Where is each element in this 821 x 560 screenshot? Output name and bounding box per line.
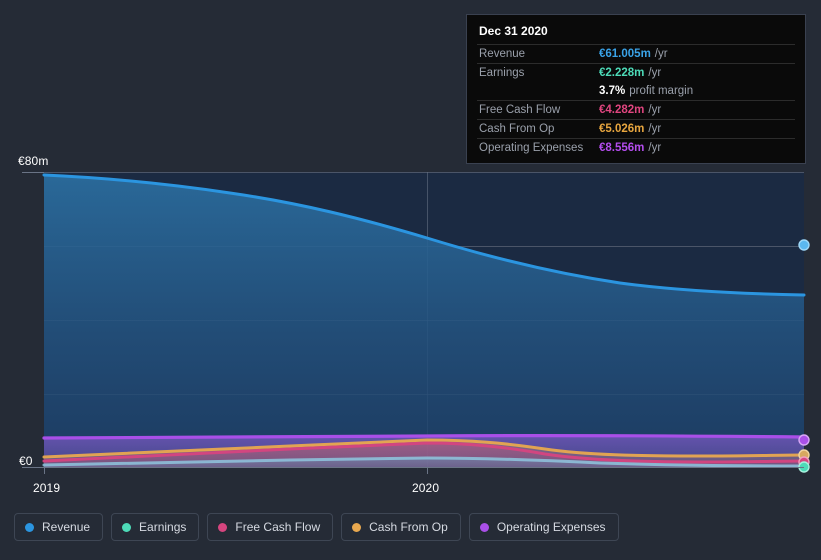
tooltip-row-cash-from-op: Cash From Op €5.026m /yr: [477, 119, 795, 138]
y-axis-label-zero: €0: [19, 454, 33, 468]
tooltip-value-earnings: €2.228m: [599, 67, 645, 79]
tooltip-label-earnings: Earnings: [479, 67, 525, 79]
tooltip-date-title: Dec 31 2020: [479, 24, 548, 38]
y-axis-label-top: €80m: [18, 154, 49, 168]
tooltip-row-earnings: Earnings €2.228m /yr: [477, 63, 795, 82]
tooltip-text-profit-margin: profit margin: [629, 85, 694, 97]
tooltip-row-operating-expenses: Operating Expenses €8.556m /yr: [477, 138, 795, 157]
tooltip-label-revenue: Revenue: [479, 48, 526, 60]
x-axis-label-2019: 2019: [33, 481, 61, 495]
tooltip-row-revenue: Revenue €61.005m /yr: [477, 44, 795, 63]
tooltip-label-free-cash-flow: Free Cash Flow: [479, 104, 561, 116]
chart-tooltip: Dec 31 2020 Revenue €61.005m /yr Earning…: [466, 14, 806, 164]
legend-label-earnings: Earnings: [139, 520, 187, 534]
tooltip-label-cash-from-op: Cash From Op: [479, 123, 555, 135]
legend-item-earnings[interactable]: Earnings: [111, 513, 200, 541]
legend-dot-operating-expenses-icon: [479, 522, 489, 532]
legend-label-revenue: Revenue: [42, 520, 91, 534]
tooltip-value-free-cash-flow: €4.282m: [599, 104, 645, 116]
y-axis-ticks: [22, 172, 44, 468]
tooltip-row-free-cash-flow: Free Cash Flow €4.282m /yr: [477, 100, 795, 119]
legend-dot-free-cash-flow-icon: [218, 522, 228, 532]
tooltip-unit-earnings: /yr: [648, 67, 662, 79]
tooltip-unit-free-cash-flow: /yr: [648, 104, 662, 116]
tooltip-value-revenue: €61.005m: [599, 48, 651, 60]
financial-performance-chart: €80m €0 2019 2020 Dec 31 2020 Revenue €6…: [0, 0, 821, 560]
tooltip-value-profit-margin: 3.7%: [599, 85, 626, 97]
tooltip-value-operating-expenses: €8.556m: [599, 142, 645, 154]
tooltip-unit-operating-expenses: /yr: [648, 142, 662, 154]
legend-item-cash-from-op[interactable]: Cash From Op: [341, 513, 461, 541]
legend-dot-earnings-icon: [122, 522, 132, 532]
tooltip-label-operating-expenses: Operating Expenses: [479, 142, 584, 154]
chart-legend: Revenue Earnings Free Cash Flow Cash Fro…: [14, 513, 619, 541]
legend-item-free-cash-flow[interactable]: Free Cash Flow: [207, 513, 334, 541]
tooltip-value-cash-from-op: €5.026m: [599, 123, 645, 135]
legend-label-free-cash-flow: Free Cash Flow: [235, 520, 321, 534]
legend-label-cash-from-op: Cash From Op: [369, 520, 448, 534]
endpoint-revenue: [798, 239, 810, 251]
legend-dot-cash-from-op-icon: [352, 522, 362, 532]
legend-item-revenue[interactable]: Revenue: [14, 513, 104, 541]
legend-dot-revenue-icon: [25, 522, 34, 532]
x-axis-label-2020: 2020: [412, 481, 440, 495]
tooltip-row-profit-margin: 3.7% profit margin: [477, 82, 795, 100]
legend-label-operating-expenses: Operating Expenses: [496, 520, 606, 534]
endpoint-operating-expenses: [798, 434, 810, 446]
legend-item-operating-expenses[interactable]: Operating Expenses: [468, 513, 619, 541]
tooltip-unit-cash-from-op: /yr: [648, 123, 662, 135]
tooltip-unit-revenue: /yr: [654, 48, 668, 60]
